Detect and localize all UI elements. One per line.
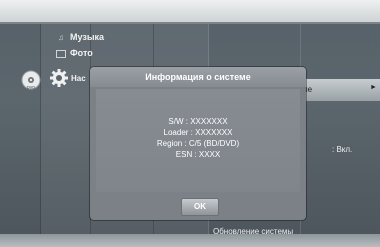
ok-button[interactable]: OK — [181, 198, 219, 216]
tv-screen: ♫ Музыка Фото DVD Нас ле ►: Вкл. Обновл… — [0, 0, 380, 247]
submenu-value: : Вкл. — [332, 145, 353, 154]
menu-item-settings[interactable]: Нас — [71, 74, 86, 83]
info-region: Region : C/5 (BD/DVD) — [156, 139, 240, 148]
menu-item-music[interactable]: Музыка — [70, 32, 104, 42]
music-icon: ♫ — [58, 33, 64, 42]
svg-text:DVD: DVD — [27, 85, 36, 90]
system-info-dialog: Информация о системе S/W : XXXXXXX Loade… — [90, 67, 306, 220]
dvd-disc-icon: DVD — [21, 70, 41, 95]
top-bar — [0, 0, 380, 22]
gear-icon[interactable] — [49, 68, 69, 93]
info-loader-version: Loader : XXXXXXX — [163, 128, 233, 137]
info-esn: ESN : XXXX — [175, 150, 221, 159]
ok-button-label: OK — [194, 202, 206, 211]
dialog-title: Информация о системе — [145, 72, 251, 82]
chevron-right-icon: ► — [370, 84, 377, 91]
info-software-version: S/W : XXXXXXX — [168, 117, 228, 126]
photo-icon — [56, 50, 66, 58]
bottom-bar — [0, 234, 380, 247]
menu-item-photo[interactable]: Фото — [70, 48, 93, 58]
